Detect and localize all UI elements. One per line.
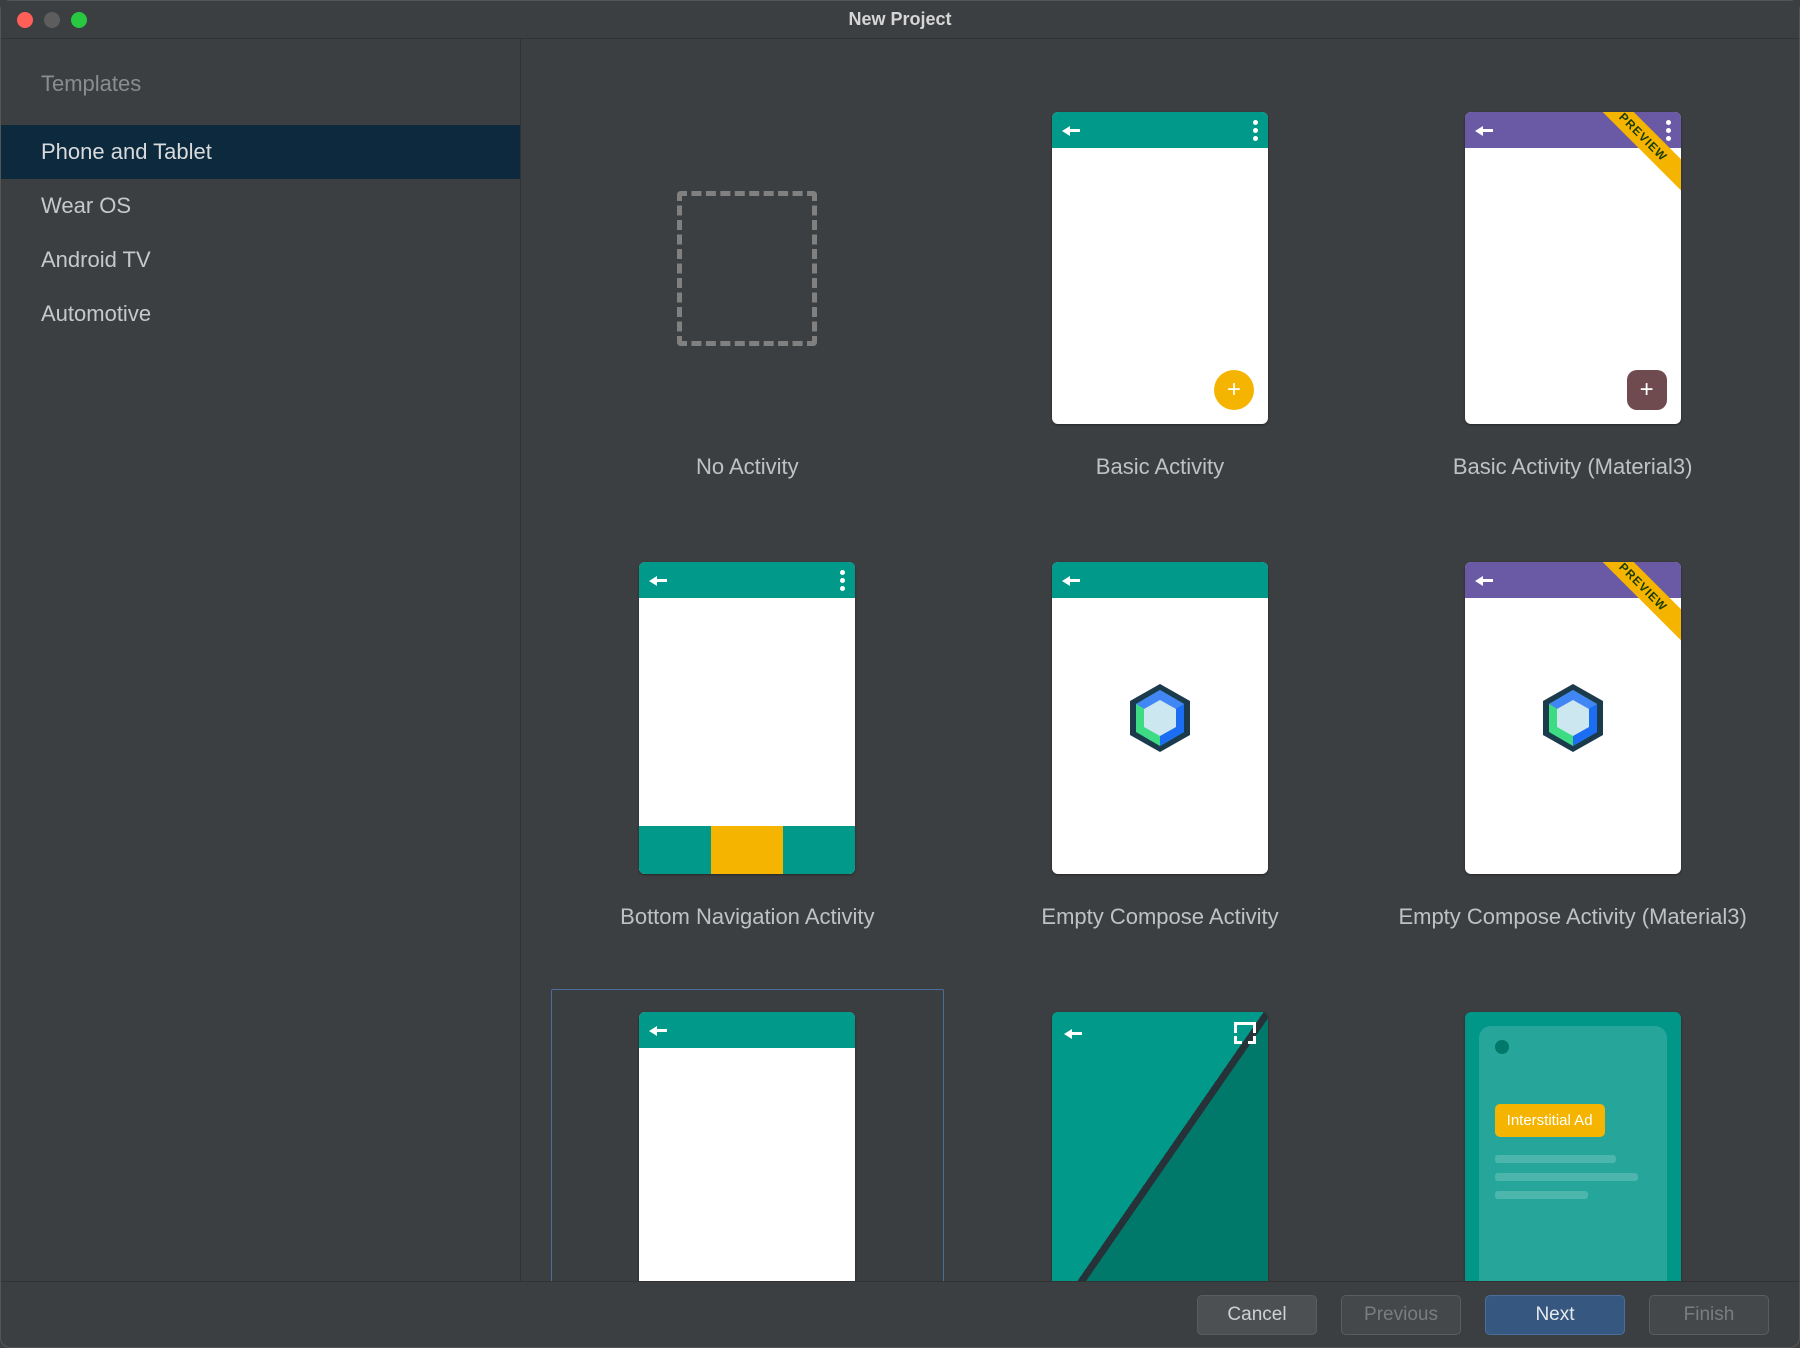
back-arrow-icon: [1062, 123, 1082, 137]
compose-logo-icon: [1539, 684, 1607, 765]
finish-button[interactable]: Finish: [1649, 1295, 1769, 1335]
footer: Cancel Previous Next Finish: [1, 1281, 1799, 1347]
back-arrow-icon: [1062, 573, 1082, 587]
templates-panel: No Activity + Basic Activity + PREVIEW B…: [521, 39, 1799, 1281]
template-card[interactable]: + Basic Activity: [964, 89, 1357, 499]
back-arrow-icon: [649, 573, 669, 587]
thumbnail-fullscreen: [1052, 1012, 1268, 1281]
back-arrow-icon: [1475, 573, 1495, 587]
template-card[interactable]: No Activity: [551, 89, 944, 499]
template-card[interactable]: [964, 989, 1357, 1281]
thumb-appbar: [1052, 562, 1268, 598]
dashed-rect-icon: [677, 191, 817, 346]
overflow-menu-icon: [840, 570, 845, 591]
overflow-menu-icon: [1666, 120, 1671, 141]
template-card[interactable]: + PREVIEW Basic Activity (Material3): [1376, 89, 1769, 499]
template-card[interactable]: PREVIEW Empty Compose Activity (Material…: [1376, 539, 1769, 949]
window-title: New Project: [1, 9, 1799, 30]
back-arrow-icon: [1475, 123, 1495, 137]
titlebar: New Project: [1, 1, 1799, 39]
overflow-menu-icon: [1253, 120, 1258, 141]
sidebar-item-wear-os[interactable]: Wear OS: [1, 179, 520, 233]
thumb-bottom-nav: [639, 826, 855, 874]
thumb-admob-card: Interstitial Ad: [1479, 1026, 1667, 1281]
window-controls: [1, 12, 87, 28]
thumbnail-compose-m3: PREVIEW: [1465, 562, 1681, 874]
status-dot-icon: [1495, 1040, 1509, 1054]
template-card[interactable]: Interstitial Ad: [1376, 989, 1769, 1281]
thumbnail-no-activity: [639, 112, 855, 424]
thumbnail-basic-m3: + PREVIEW: [1465, 112, 1681, 424]
fab-icon: +: [1627, 370, 1667, 410]
template-card[interactable]: Empty Compose Activity: [964, 539, 1357, 949]
template-label: Bottom Navigation Activity: [620, 904, 874, 930]
fullscreen-icon: [1234, 1022, 1256, 1044]
thumb-appbar: [1052, 1012, 1268, 1054]
templates-grid: No Activity + Basic Activity + PREVIEW B…: [551, 89, 1769, 1281]
content: Templates Phone and TabletWear OSAndroid…: [1, 39, 1799, 1281]
minimize-window-button[interactable]: [44, 12, 60, 28]
back-arrow-icon: [649, 1023, 669, 1037]
thumbnail-empty: [639, 1012, 855, 1281]
thumbnail-bottomnav: [639, 562, 855, 874]
thumbnail-basic: +: [1052, 112, 1268, 424]
back-arrow-icon: [1064, 1026, 1084, 1040]
cancel-button[interactable]: Cancel: [1197, 1295, 1317, 1335]
thumb-appbar: [1052, 112, 1268, 148]
sidebar-item-android-tv[interactable]: Android TV: [1, 233, 520, 287]
template-card[interactable]: [551, 989, 944, 1281]
maximize-window-button[interactable]: [71, 12, 87, 28]
compose-logo-icon: [1126, 684, 1194, 765]
sidebar: Templates Phone and TabletWear OSAndroid…: [1, 39, 521, 1281]
template-label: Empty Compose Activity: [1041, 904, 1278, 930]
template-label: Basic Activity: [1096, 454, 1224, 480]
fab-icon: +: [1214, 370, 1254, 410]
next-button[interactable]: Next: [1485, 1295, 1625, 1335]
thumb-appbar: [639, 1012, 855, 1048]
interstitial-ad-button: Interstitial Ad: [1495, 1104, 1605, 1137]
sidebar-header: Templates: [1, 71, 520, 125]
template-label: Basic Activity (Material3): [1453, 454, 1693, 480]
thumb-appbar: [639, 562, 855, 598]
template-label: No Activity: [696, 454, 799, 480]
close-window-button[interactable]: [17, 12, 33, 28]
sidebar-item-phone-and-tablet[interactable]: Phone and Tablet: [1, 125, 520, 179]
template-label: Empty Compose Activity (Material3): [1398, 904, 1746, 930]
sidebar-item-automotive[interactable]: Automotive: [1, 287, 520, 341]
template-card[interactable]: Bottom Navigation Activity: [551, 539, 944, 949]
previous-button[interactable]: Previous: [1341, 1295, 1461, 1335]
thumbnail-admob: Interstitial Ad: [1465, 1012, 1681, 1281]
thumbnail-compose: [1052, 562, 1268, 874]
